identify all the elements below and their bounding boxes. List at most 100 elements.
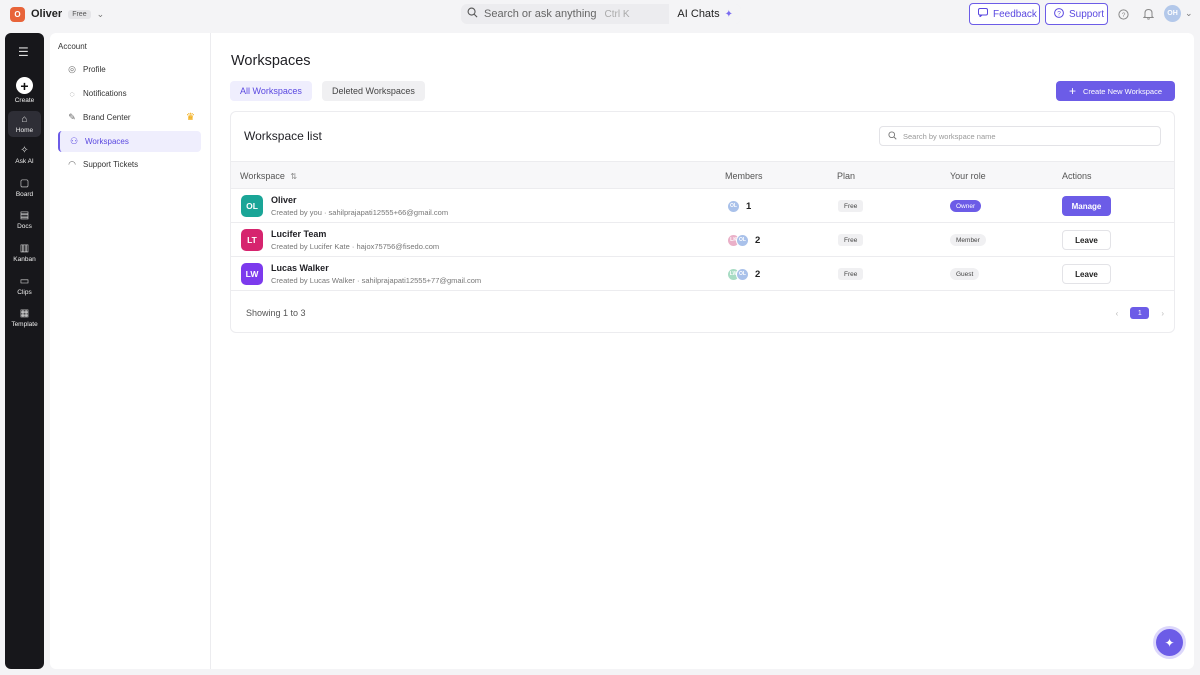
settings-item-notifications[interactable]: ◌ Notifications xyxy=(58,83,201,104)
rail-label: Ask AI xyxy=(15,158,34,165)
settings-item-label: Notifications xyxy=(83,89,127,98)
help-icon[interactable]: ? xyxy=(1116,7,1130,21)
rail-item-template[interactable]: ▦ Template xyxy=(5,308,44,328)
settings-item-label: Profile xyxy=(83,65,106,74)
sparkle-icon: ✦ xyxy=(1164,635,1175,650)
rail-label: Board xyxy=(15,191,34,198)
rail-label: Docs xyxy=(17,223,32,230)
column-header-role: Your role xyxy=(950,171,986,181)
crown-icon: ♛ xyxy=(186,112,195,123)
role-badge: Guest xyxy=(950,268,980,280)
message-icon xyxy=(978,8,988,20)
users-icon: ⚇ xyxy=(69,136,79,146)
column-header-label: Workspace xyxy=(240,171,285,181)
rail-item-docs[interactable]: ▤ Docs xyxy=(5,210,44,230)
chevron-down-icon: ⌄ xyxy=(96,8,105,19)
column-header-plan: Plan xyxy=(837,171,856,181)
feedback-button[interactable]: Feedback xyxy=(969,3,1040,25)
settings-item-workspaces[interactable]: ⚇ Workspaces xyxy=(58,131,201,152)
tab-deleted-workspaces[interactable]: Deleted Workspaces xyxy=(322,81,425,101)
role-badge: Owner xyxy=(950,200,982,212)
bell-icon: ◌ xyxy=(69,88,75,99)
leave-button[interactable]: Leave xyxy=(1062,230,1111,250)
rail-label: Create xyxy=(14,97,35,104)
home-icon: ⌂ xyxy=(21,114,28,125)
rail-item-home[interactable]: ⌂ Home xyxy=(8,111,41,137)
workspace-avatar: OL xyxy=(241,195,263,217)
support-button[interactable]: ? Support xyxy=(1045,3,1108,25)
page-button[interactable]: 1 xyxy=(1130,307,1150,319)
sort-icon: ⇅ xyxy=(290,172,298,181)
column-header-actions: Actions xyxy=(1062,171,1092,181)
manage-button[interactable]: Manage xyxy=(1062,196,1111,216)
workspace-creator: Created by you · sahilprajapati12555+66@… xyxy=(271,208,449,217)
rail-item-create[interactable]: Create xyxy=(5,96,44,104)
chevron-down-icon[interactable]: ⌄ xyxy=(1185,8,1193,19)
svg-text:?: ? xyxy=(1121,11,1125,18)
search-icon xyxy=(888,130,897,142)
app-rail: ☰ + Create ⌂ Home ✧ Ask AI ▢ Board ▤ Doc… xyxy=(5,33,44,669)
table-row: LW Lucas Walker Created by Lucas Walker … xyxy=(231,257,1174,291)
user-avatar[interactable]: OH xyxy=(1164,5,1181,22)
top-bar: O Oliver Free ⌄ Search or ask anything C… xyxy=(0,0,1200,28)
board-icon: ▢ xyxy=(19,178,30,189)
main-content: Workspaces All Workspaces Deleted Worksp… xyxy=(211,33,1194,669)
create-workspace-button[interactable]: + Create New Workspace xyxy=(1056,81,1175,101)
rail-label: Kanban xyxy=(13,256,36,263)
member-avatar: OL xyxy=(736,233,749,247)
card-title: Workspace list xyxy=(244,129,322,143)
ai-assistant-button[interactable]: ✦ xyxy=(1156,629,1183,656)
workspace-switcher[interactable]: O Oliver Free ⌄ xyxy=(10,6,104,22)
workspace-search-input[interactable]: Search by workspace name xyxy=(879,126,1161,146)
workspace-list-card: Workspace list Search by workspace name … xyxy=(230,111,1175,333)
members-cell: LW OL 2 xyxy=(727,267,760,281)
leave-button[interactable]: Leave xyxy=(1062,264,1111,284)
member-avatar: OL xyxy=(727,199,740,213)
column-header-workspace[interactable]: Workspace ⇅ xyxy=(240,171,297,181)
role-badge: Member xyxy=(950,234,986,246)
settings-item-label: Workspaces xyxy=(85,137,129,146)
settings-item-brand-center[interactable]: ✎ Brand Center ♛ xyxy=(58,107,201,128)
plus-icon: + xyxy=(1068,84,1076,98)
chevron-right-icon[interactable]: › xyxy=(1161,309,1164,318)
plan-badge: Free xyxy=(838,268,864,280)
svg-text:?: ? xyxy=(1057,10,1061,17)
brand-icon: ✎ xyxy=(68,112,76,122)
settings-item-profile[interactable]: ◎ Profile xyxy=(58,59,201,80)
template-icon: ▦ xyxy=(19,308,30,319)
page-title: Workspaces xyxy=(231,53,311,69)
chevron-left-icon[interactable]: ‹ xyxy=(1116,309,1119,318)
member-avatar: OL xyxy=(736,267,749,281)
global-search[interactable]: Search or ask anything Ctrl K AI Chats ✦ xyxy=(461,4,741,24)
support-label: Support xyxy=(1069,8,1105,20)
workspace-avatar: O xyxy=(10,6,25,22)
workspace-name: Lucas Walker xyxy=(271,263,329,273)
create-plus-icon[interactable]: + xyxy=(16,77,33,94)
workspace-name: Oliver xyxy=(271,195,297,205)
workspace-name: Oliver xyxy=(31,8,63,20)
bell-icon[interactable] xyxy=(1141,7,1155,21)
kanban-icon: ▥ xyxy=(19,243,30,254)
menu-icon[interactable]: ☰ xyxy=(18,45,29,59)
member-count: 2 xyxy=(755,234,761,246)
member-count: 2 xyxy=(755,268,761,280)
workspace-name: Lucifer Team xyxy=(271,229,327,239)
ai-chats-label: AI Chats xyxy=(677,8,720,20)
workspace-avatar: LT xyxy=(241,229,263,251)
rail-item-clips[interactable]: ▭ Clips xyxy=(5,276,44,296)
settings-item-support-tickets[interactable]: ◠ Support Tickets xyxy=(58,154,201,175)
settings-item-label: Support Tickets xyxy=(83,160,139,169)
doc-icon: ▤ xyxy=(19,210,30,221)
rail-item-ask-ai[interactable]: ✧ Ask AI xyxy=(5,145,44,165)
rail-item-kanban[interactable]: ▥ Kanban xyxy=(5,243,44,263)
members-cell: OL 1 xyxy=(727,199,751,213)
sparkle-icon: ✦ xyxy=(724,8,733,20)
rail-item-board[interactable]: ▢ Board xyxy=(5,178,44,198)
ai-chats-button[interactable]: AI Chats ✦ xyxy=(669,4,741,24)
column-header-members: Members xyxy=(725,171,763,181)
settings-item-label: Brand Center xyxy=(83,113,131,122)
clip-icon: ▭ xyxy=(19,276,30,287)
tab-all-workspaces[interactable]: All Workspaces xyxy=(230,81,312,101)
create-workspace-label: Create New Workspace xyxy=(1082,86,1163,96)
search-placeholder: Search or ask anything xyxy=(484,8,597,20)
